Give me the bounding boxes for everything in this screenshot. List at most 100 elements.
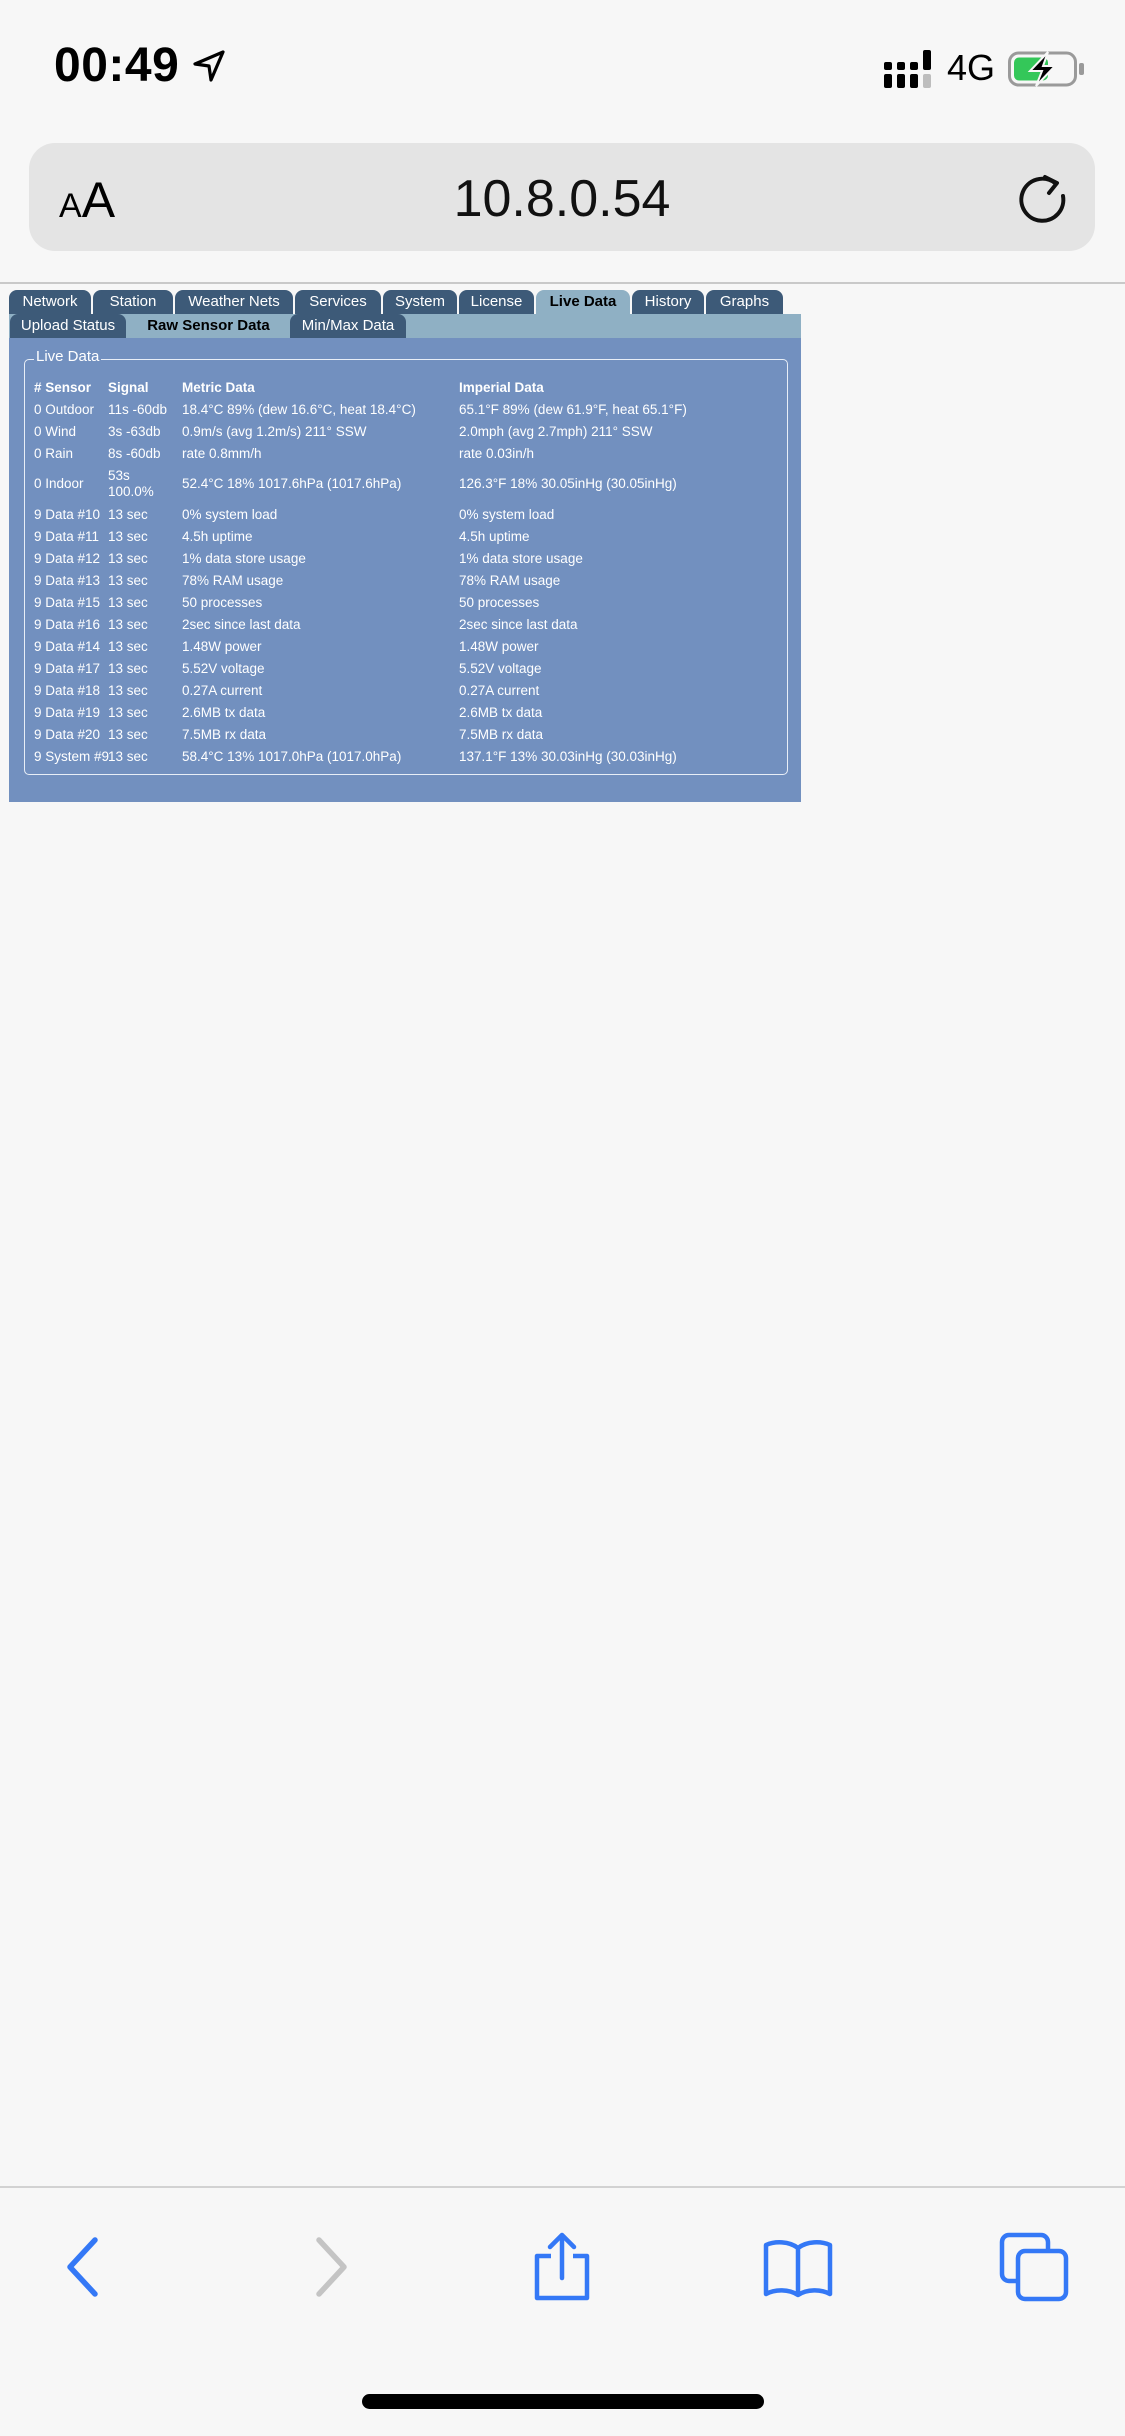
signal-cell: 13 sec bbox=[108, 639, 148, 654]
tab-raw-sensor-data[interactable]: Raw Sensor Data bbox=[129, 314, 288, 338]
sensor-cell: 9 Data #18 bbox=[34, 683, 101, 698]
signal-cell: 8s -60db bbox=[108, 446, 161, 461]
tab-network[interactable]: Network bbox=[9, 290, 91, 314]
imperial-cell: 4.5h uptime bbox=[459, 529, 530, 544]
tab-graphs[interactable]: Graphs bbox=[706, 290, 783, 314]
signal-cell: 13 sec bbox=[108, 507, 148, 522]
toolbar-divider bbox=[0, 2186, 1125, 2188]
tab-min-max-data[interactable]: Min/Max Data bbox=[290, 314, 406, 338]
signal-cell: 13 sec bbox=[108, 529, 148, 544]
signal-cell: 13 sec bbox=[108, 683, 148, 698]
metric-cell: 5.52V voltage bbox=[182, 661, 265, 676]
tab-station[interactable]: Station bbox=[93, 290, 173, 314]
status-time: 00:49 bbox=[54, 39, 180, 92]
metric-cell: 50 processes bbox=[182, 595, 263, 610]
imperial-cell: 0.27A current bbox=[459, 683, 540, 698]
header-imperial: Imperial Data bbox=[459, 380, 544, 395]
main-tab-bar: Network Station Weather Nets Services Sy… bbox=[9, 290, 801, 314]
table-row: 0 Indoor 53s 100.0% 52.4°C 18% 1017.6hPa… bbox=[25, 467, 789, 501]
tab-history[interactable]: History bbox=[632, 290, 704, 314]
signal-cell: 13 sec bbox=[108, 727, 148, 742]
sensor-cell: 9 Data #16 bbox=[34, 617, 101, 632]
sensor-cell: 9 Data #17 bbox=[34, 661, 101, 676]
url-text[interactable]: 10.8.0.54 bbox=[29, 169, 1095, 229]
signal-percent-cell: 100.0% bbox=[108, 484, 154, 499]
sensor-cell: 9 Data #19 bbox=[34, 705, 101, 720]
signal-cell: 13 sec bbox=[108, 749, 148, 764]
sensor-cell: 9 Data #10 bbox=[34, 507, 101, 522]
bookmarks-icon[interactable] bbox=[763, 2232, 833, 2302]
tabs-icon[interactable] bbox=[999, 2232, 1069, 2302]
status-bar: 00:49 4G bbox=[0, 0, 1125, 140]
live-data-fieldset: Live Data # Sensor Signal Metric Data Im… bbox=[24, 348, 789, 775]
signal-cell: 13 sec bbox=[108, 617, 148, 632]
sensor-cell: 0 Wind bbox=[34, 424, 77, 439]
imperial-cell: 126.3°F 18% 30.05inHg (30.05inHg) bbox=[459, 476, 677, 491]
sensor-cell: 9 Data #11 bbox=[34, 529, 100, 544]
sensor-cell: 9 Data #13 bbox=[34, 573, 101, 588]
sub-tab-bar: Upload Status Raw Sensor Data Min/Max Da… bbox=[9, 314, 801, 338]
imperial-cell: 65.1°F 89% (dew 61.9°F, heat 65.1°F) bbox=[459, 402, 687, 417]
signal-cell: 11s -60db bbox=[108, 402, 168, 417]
forward-icon[interactable] bbox=[294, 2232, 364, 2302]
address-bar-divider bbox=[0, 282, 1125, 284]
reload-icon[interactable] bbox=[1015, 171, 1071, 227]
metric-cell: 1.48W power bbox=[182, 639, 262, 654]
header-signal: Signal bbox=[108, 380, 149, 395]
imperial-cell: 50 processes bbox=[459, 595, 540, 610]
sensor-cell: 9 Data #14 bbox=[34, 639, 101, 654]
sensor-cell: 0 Rain bbox=[34, 446, 74, 461]
network-type: 4G bbox=[947, 47, 996, 88]
sensor-cell: 0 Indoor bbox=[34, 476, 84, 491]
metric-cell: rate 0.8mm/h bbox=[182, 446, 262, 461]
signal-icon bbox=[884, 50, 931, 88]
sensor-cell: 0 Outdoor bbox=[34, 402, 95, 417]
metric-cell: 58.4°C 13% 1017.0hPa (1017.0hPa) bbox=[182, 749, 402, 764]
imperial-cell: 137.1°F 13% 30.03inHg (30.03inHg) bbox=[459, 749, 677, 764]
imperial-cell: 1% data store usage bbox=[459, 551, 583, 566]
signal-cell: 13 sec bbox=[108, 661, 148, 676]
header-metric: Metric Data bbox=[182, 380, 255, 395]
header-sensor: # Sensor bbox=[34, 380, 92, 395]
metric-cell: 7.5MB rx data bbox=[182, 727, 267, 742]
sensor-cell: 9 Data #15 bbox=[34, 595, 101, 610]
home-indicator[interactable] bbox=[362, 2394, 764, 2409]
tab-upload-status[interactable]: Upload Status bbox=[10, 314, 126, 338]
metric-cell: 2sec since last data bbox=[182, 617, 301, 632]
sensor-cell: 9 Data #12 bbox=[34, 551, 101, 566]
imperial-cell: 2.0mph (avg 2.7mph) 211° SSW bbox=[459, 424, 653, 439]
imperial-cell: 1.48W power bbox=[459, 639, 539, 654]
tab-live-data[interactable]: Live Data bbox=[536, 290, 630, 314]
live-data-legend: Live Data bbox=[34, 348, 102, 365]
location-arrow-icon bbox=[193, 50, 225, 82]
imperial-cell: 7.5MB rx data bbox=[459, 727, 544, 742]
imperial-cell: 78% RAM usage bbox=[459, 573, 561, 588]
imperial-cell: 2sec since last data bbox=[459, 617, 578, 632]
live-data-panel: Live Data # Sensor Signal Metric Data Im… bbox=[9, 338, 801, 802]
imperial-cell: 5.52V voltage bbox=[459, 661, 542, 676]
share-icon[interactable] bbox=[527, 2232, 597, 2302]
tab-weather-nets[interactable]: Weather Nets bbox=[175, 290, 293, 314]
metric-cell: 52.4°C 18% 1017.6hPa (1017.6hPa) bbox=[182, 476, 402, 491]
metric-cell: 0.27A current bbox=[182, 683, 263, 698]
sensor-cell: 9 System #9 bbox=[34, 749, 110, 764]
tab-services[interactable]: Services bbox=[295, 290, 381, 314]
imperial-cell: 0% system load bbox=[459, 507, 555, 522]
metric-cell: 1% data store usage bbox=[182, 551, 306, 566]
signal-cell: 13 sec bbox=[108, 573, 148, 588]
signal-cell: 53s bbox=[108, 468, 130, 483]
back-icon[interactable] bbox=[50, 2232, 120, 2302]
tab-license[interactable]: License bbox=[459, 290, 534, 314]
metric-cell: 0% system load bbox=[182, 507, 278, 522]
signal-cell: 13 sec bbox=[108, 551, 148, 566]
imperial-cell: 2.6MB tx data bbox=[459, 705, 543, 720]
web-page: Network Station Weather Nets Services Sy… bbox=[9, 290, 801, 812]
metric-cell: 2.6MB tx data bbox=[182, 705, 266, 720]
signal-cell: 13 sec bbox=[108, 595, 148, 610]
battery-charging-icon bbox=[1008, 51, 1084, 87]
tab-system[interactable]: System bbox=[383, 290, 457, 314]
imperial-cell: rate 0.03in/h bbox=[459, 446, 535, 461]
sensor-cell: 9 Data #20 bbox=[34, 727, 101, 742]
signal-cell: 3s -63db bbox=[108, 424, 161, 439]
address-bar[interactable]: AA 10.8.0.54 bbox=[29, 143, 1095, 251]
